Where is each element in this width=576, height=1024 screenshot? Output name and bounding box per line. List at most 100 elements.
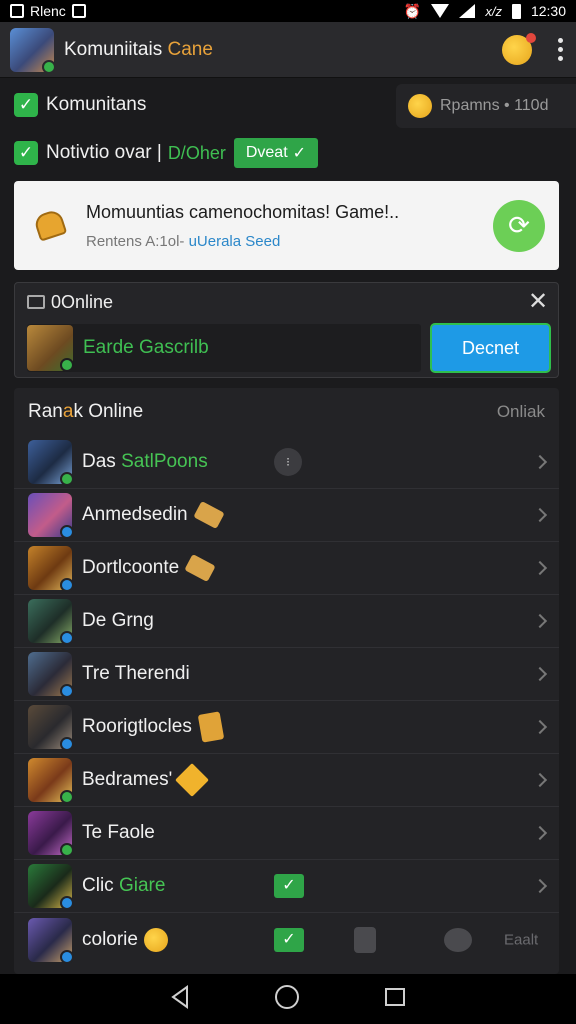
- recents-icon[interactable]: [382, 984, 408, 1015]
- game-avatar: [28, 493, 74, 539]
- status-pill[interactable]: Rpamns • 110d: [396, 84, 576, 128]
- chevron-right-icon: [532, 507, 548, 523]
- notification-subtitle: Rentens A:1ol- uUerala Seed: [86, 233, 493, 250]
- list-item-name: Clic Giare: [82, 875, 166, 896]
- dveat-button-label: Dveat: [245, 144, 288, 161]
- list-item[interactable]: Roorigtlocles: [14, 701, 559, 754]
- home-icon[interactable]: [274, 984, 300, 1015]
- chevron-right-icon: [532, 772, 548, 788]
- app-title-accent: Cane: [167, 38, 213, 60]
- check-icon: ✓: [292, 145, 307, 162]
- list-item-name: Dortlcoonte: [82, 557, 180, 578]
- game-avatar: [28, 599, 74, 645]
- notification-title: Momuuntias camenochomitas! Game!..: [86, 201, 400, 222]
- list-item[interactable]: colorie ✓ Eaalt: [14, 913, 559, 966]
- image-icon: [71, 4, 86, 18]
- app-title: Komuniitais Cane: [64, 39, 213, 61]
- alarm-icon: ⏰: [403, 2, 422, 19]
- game-avatar: [28, 811, 74, 857]
- chevron-right-icon: [532, 613, 548, 629]
- list-item-name: De Grng: [82, 610, 154, 631]
- checkbox-sub-label: D/Oher: [167, 142, 226, 163]
- game-avatar: [28, 705, 74, 751]
- list-item[interactable]: Te Faole: [14, 807, 559, 860]
- network-text: x/z: [485, 3, 502, 19]
- more-options-icon[interactable]: [554, 38, 566, 61]
- online-panel: 0Online ✕ Earde Gascrilb Decnet: [14, 282, 559, 378]
- item-decoration-icon: [192, 500, 225, 530]
- check-icon[interactable]: ✓: [274, 874, 304, 898]
- signal-icon: [459, 4, 476, 18]
- bell-icon: [30, 206, 70, 246]
- options-icon[interactable]: ⁝: [274, 448, 302, 476]
- ghost-text: Eaalt: [504, 931, 539, 948]
- checkbox-row-notifications: ✓ Notivtio ovar | D/Oher Dveat ✓: [0, 130, 576, 176]
- online-badge: [42, 59, 56, 74]
- list-header-title: Ranak Online: [28, 401, 144, 422]
- game-avatar: [28, 917, 74, 964]
- game-avatar: [28, 440, 74, 486]
- bag-icon: [354, 926, 376, 953]
- chevron-right-icon: [532, 825, 548, 841]
- notification-card[interactable]: Momuuntias camenochomitas! Game!.. Rente…: [14, 181, 559, 270]
- online-list: Ranak Online Onliak Das SatlPoons ⁝ Anme…: [14, 388, 559, 974]
- system-nav-bar: [0, 974, 576, 1024]
- list-header: Ranak Online Onliak: [14, 388, 559, 436]
- dveat-button[interactable]: Dveat ✓: [233, 138, 319, 168]
- item-decoration-icon: [184, 553, 216, 583]
- chevron-right-icon: [532, 666, 548, 682]
- checkbox-label: Komunitans: [46, 94, 147, 115]
- list-item-name: Das SatlPoons: [82, 451, 208, 472]
- chevron-right-icon: [532, 878, 548, 894]
- wifi-icon: [431, 4, 450, 18]
- clock: 12:30: [530, 3, 566, 19]
- item-decoration-icon: [197, 711, 225, 743]
- check-icon[interactable]: ✓: [274, 927, 304, 952]
- smile-icon: [408, 94, 432, 118]
- status-pill-text: Rpamns • 110d: [440, 97, 549, 114]
- list-item[interactable]: Das SatlPoons ⁝: [14, 436, 559, 489]
- list-item-name: Anmedsedin: [82, 504, 188, 525]
- star-icon: [175, 763, 210, 797]
- back-icon[interactable]: [168, 984, 192, 1014]
- game-avatar: [28, 652, 74, 698]
- status-left-text: Rlenc: [30, 3, 66, 19]
- notification-link[interactable]: uUerala Seed: [189, 233, 281, 250]
- online-panel-title: 0Online: [51, 291, 114, 312]
- chart-icon: [27, 295, 45, 309]
- list-item[interactable]: De Grng: [14, 595, 559, 648]
- chevron-right-icon: [532, 719, 548, 735]
- game-avatar: [28, 546, 74, 592]
- chevron-right-icon: [532, 560, 548, 576]
- battery-icon: [511, 3, 521, 19]
- list-item-name: Te Faole: [82, 822, 155, 843]
- list-item-name: Bedrames': [82, 769, 173, 790]
- checkbox-icon[interactable]: ✓: [14, 141, 38, 165]
- list-header-right[interactable]: Onliak: [497, 402, 545, 422]
- chevron-right-icon: [532, 454, 548, 470]
- list-item[interactable]: Bedrames': [14, 754, 559, 807]
- refresh-icon[interactable]: ⟳: [493, 199, 545, 252]
- decnet-button[interactable]: Decnet: [430, 323, 551, 373]
- notification-icon: [10, 4, 24, 18]
- checkbox-row-communities: ✓ Komunitans Rpamns • 110d: [0, 80, 576, 130]
- list-item[interactable]: Tre Therendi: [14, 648, 559, 701]
- app-avatar[interactable]: [10, 27, 56, 74]
- list-item-name: Roorigtlocles: [82, 716, 192, 737]
- checkbox-icon[interactable]: ✓: [14, 93, 38, 117]
- online-field-value: Earde Gascrilb: [83, 337, 209, 358]
- online-input-bar[interactable]: Earde Gascrilb: [27, 324, 421, 372]
- list-item[interactable]: Anmedsedin: [14, 489, 559, 542]
- emoji-reaction-icon[interactable]: [502, 32, 536, 65]
- smile-icon: [143, 927, 168, 952]
- game-avatar: [27, 325, 74, 372]
- app-title-main: Komuniitais: [64, 38, 168, 60]
- close-icon[interactable]: ✕: [518, 283, 558, 321]
- checkbox-label: Notivtio ovar |: [46, 142, 162, 163]
- game-avatar: [28, 758, 74, 804]
- app-bar: Komuniitais Cane: [0, 22, 576, 78]
- game-avatar: [28, 864, 74, 910]
- list-item[interactable]: Clic Giare ✓: [14, 860, 559, 913]
- list-item-name: Tre Therendi: [82, 663, 190, 684]
- list-item[interactable]: Dortlcoonte: [14, 542, 559, 595]
